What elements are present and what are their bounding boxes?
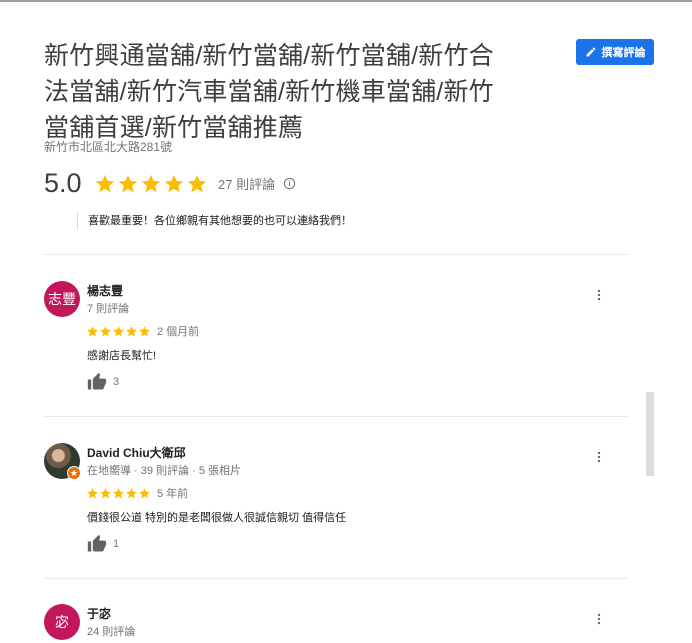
star-icon — [100, 487, 111, 498]
rating-value: 5.0 — [44, 168, 82, 198]
thumbs-up-icon — [87, 534, 107, 552]
rating-summary: 5.0 27 則評論 — [44, 168, 296, 199]
star-icon — [70, 469, 78, 476]
star-icon — [100, 325, 111, 336]
reviewer-meta: 24 則評論 — [87, 626, 136, 638]
top-border — [0, 0, 692, 2]
more-options-icon[interactable] — [592, 288, 606, 302]
review-time: 2 個月前 — [157, 326, 200, 338]
review-text: 感謝店長幫忙! — [87, 350, 157, 362]
more-options-icon[interactable] — [592, 450, 606, 464]
review-time: 5 年前 — [157, 488, 189, 500]
star-icon — [141, 174, 161, 192]
reviewer-meta: 7 則評論 — [87, 303, 130, 315]
like-button[interactable]: 1 — [87, 534, 119, 554]
review-stars: 5 年前 — [86, 485, 188, 501]
more-options-icon[interactable] — [592, 612, 606, 626]
star-icon — [113, 487, 124, 498]
pencil-icon — [586, 47, 595, 57]
star-icon — [126, 487, 137, 498]
star-icon — [95, 174, 115, 192]
star-icon — [126, 325, 137, 336]
write-review-button[interactable]: 撰寫評論 — [576, 39, 654, 65]
star-icon — [164, 174, 184, 192]
rating-stars — [94, 173, 208, 195]
owner-note: 喜歡最重要！各位鄉親有其他想要的也可以連絡我們！ — [77, 212, 352, 230]
reviewer-name[interactable]: 于宓 — [87, 605, 111, 622]
avatar[interactable]: 志豐 — [44, 281, 80, 317]
place-title: 新竹興通當舖/新竹當舖/新竹當舖/新竹合法當舖/新竹汽車當舖/新竹機車當舖/新竹… — [44, 42, 494, 142]
like-count: 1 — [113, 538, 120, 550]
star-icon — [87, 325, 98, 336]
reviewer-name[interactable]: 楊志豐 — [87, 282, 123, 299]
scrollbar-thumb[interactable] — [646, 392, 654, 476]
write-review-label: 撰寫評論 — [601, 47, 646, 59]
local-guide-badge — [67, 466, 81, 480]
review-count[interactable]: 27 則評論 — [218, 174, 275, 193]
reviewer-name[interactable]: David Chiu大衛邱 — [87, 444, 186, 461]
thumbs-up-icon — [87, 372, 107, 390]
star-icon — [139, 487, 150, 498]
review-stars: 2 個月前 — [86, 323, 199, 339]
star-icon — [118, 174, 138, 192]
like-count: 3 — [113, 376, 120, 388]
like-button[interactable]: 3 — [87, 372, 119, 392]
avatar[interactable]: 宓 — [44, 604, 80, 640]
review-text: 價錢很公道 特別的是老闆很做人很誠信親切 值得信任 — [87, 512, 347, 524]
star-icon — [87, 487, 98, 498]
place-address: 新竹市北區北大路281號 — [44, 140, 173, 154]
reviewer-meta: 在地嚮導 · 39 則評論 · 5 張相片 — [87, 465, 242, 477]
star-icon — [139, 325, 150, 336]
star-icon — [113, 325, 124, 336]
star-icon — [187, 174, 207, 192]
divider — [44, 416, 628, 417]
divider — [44, 254, 628, 255]
info-icon[interactable] — [283, 177, 296, 190]
divider — [44, 578, 628, 579]
